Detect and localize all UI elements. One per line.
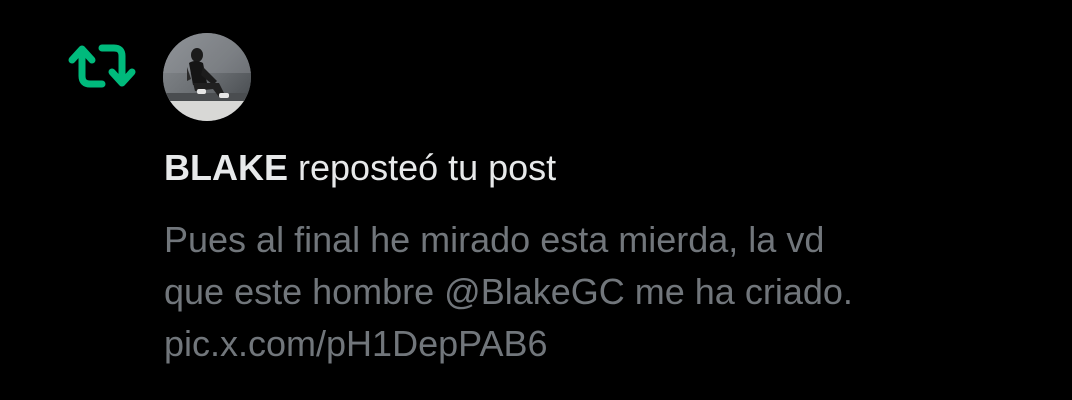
post-text[interactable]: Pues al final he mirado esta mierda, la …: [164, 214, 1044, 370]
post-text-line: que este hombre @BlakeGC me ha criado.: [164, 271, 853, 312]
post-text-line: Pues al final he mirado esta mierda, la …: [164, 219, 825, 260]
user-name-link[interactable]: BLAKE: [164, 147, 288, 188]
avatar[interactable]: [163, 33, 251, 121]
repost-notification[interactable]: BLAKE reposteó tu post Pues al final he …: [0, 0, 1072, 400]
post-media-link[interactable]: pic.x.com/pH1DepPAB6: [164, 318, 1044, 370]
action-text: reposteó tu post: [298, 147, 557, 188]
notification-headline: BLAKE reposteó tu post: [164, 146, 556, 190]
repost-icon: [68, 40, 136, 92]
